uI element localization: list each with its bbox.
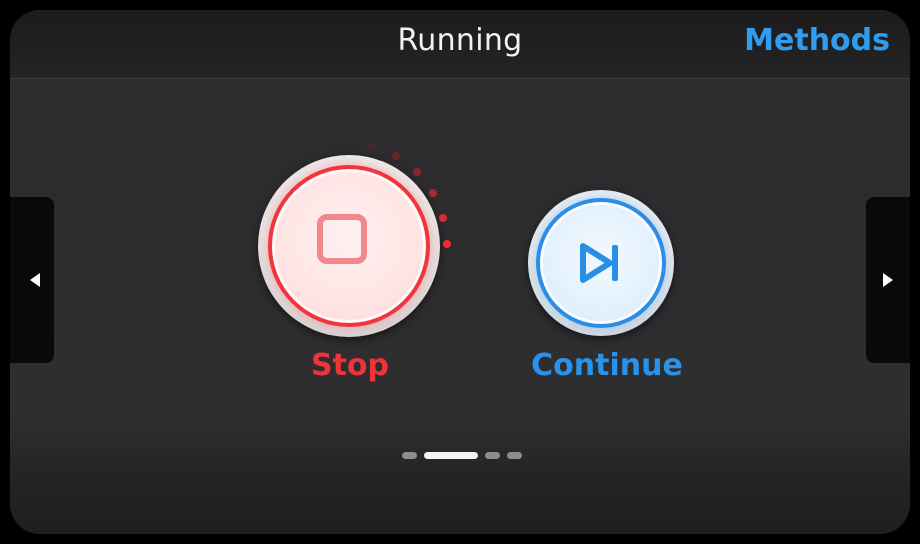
- progress-dot: [392, 152, 400, 160]
- progress-dot: [443, 240, 451, 248]
- page-indicator: [402, 451, 522, 459]
- progress-dot: [439, 214, 447, 222]
- skip-next-icon: [580, 243, 618, 283]
- page-dot-active[interactable]: [424, 451, 478, 459]
- progress-dot: [367, 143, 375, 151]
- continue-label[interactable]: Continue: [515, 348, 699, 383]
- triangle-right-icon: [883, 273, 893, 287]
- page-dot[interactable]: [402, 451, 417, 459]
- stop-label[interactable]: Stop: [278, 348, 422, 383]
- device-screen: Running Methods Stop Continue: [10, 10, 910, 534]
- previous-page-button[interactable]: [10, 197, 54, 363]
- page-dot[interactable]: [485, 451, 500, 459]
- next-page-button[interactable]: [866, 197, 910, 363]
- continue-button[interactable]: [528, 190, 674, 336]
- stop-button[interactable]: [258, 155, 440, 337]
- top-bar: Running Methods: [10, 10, 910, 79]
- page-dot[interactable]: [507, 451, 522, 459]
- progress-dot: [413, 168, 421, 176]
- progress-dot: [429, 189, 437, 197]
- triangle-left-icon: [30, 273, 40, 287]
- stop-square-icon: [317, 214, 367, 264]
- methods-button[interactable]: Methods: [744, 23, 890, 58]
